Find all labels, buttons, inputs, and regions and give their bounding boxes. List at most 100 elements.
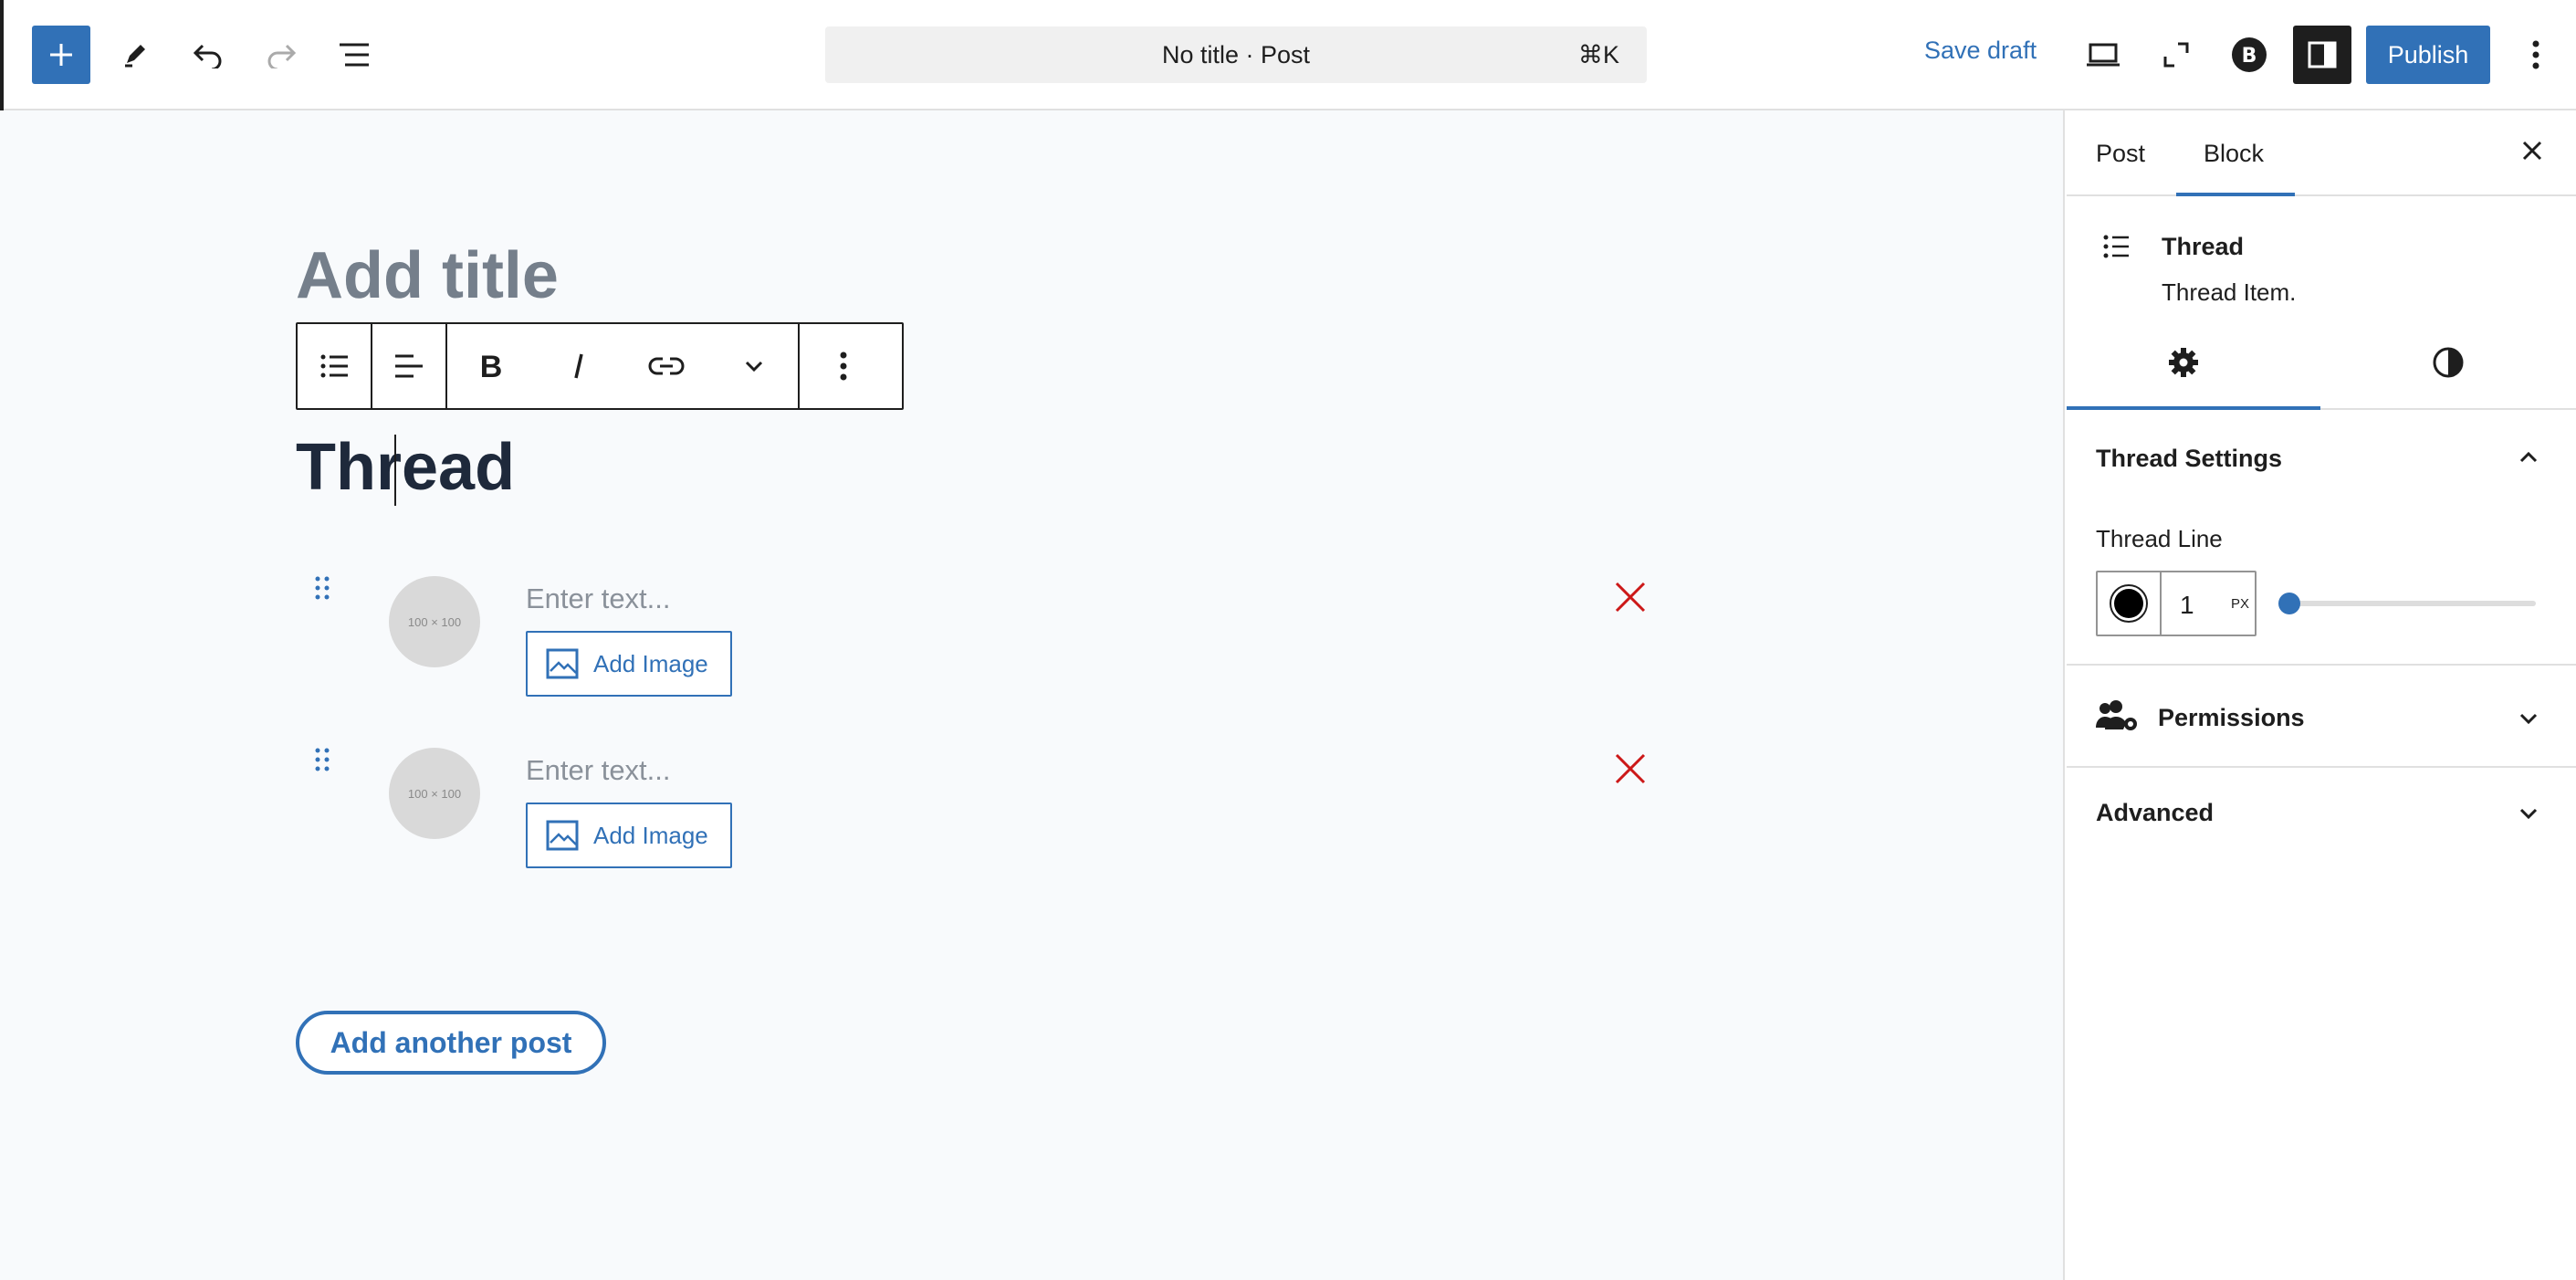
align-left-icon xyxy=(395,354,423,378)
drag-handle[interactable] xyxy=(314,575,332,609)
settings-sidebar: Post Block Thread Thread Item. Thread Se… xyxy=(2067,110,2576,1280)
link-icon xyxy=(648,357,685,375)
advanced-expand-toggle[interactable] xyxy=(2518,806,2539,825)
tab-settings[interactable] xyxy=(2167,346,2200,383)
chevron-down-icon xyxy=(2519,713,2538,725)
active-subtab-indicator xyxy=(2067,406,2320,410)
command-shortcut: ⌘K xyxy=(1577,41,1619,68)
fullscreen-button[interactable] xyxy=(2151,31,2202,79)
avatar-placeholder[interactable]: 100 × 100 xyxy=(389,748,480,839)
thread-settings-title[interactable]: Thread Settings xyxy=(2096,445,2282,473)
tab-post[interactable]: Post xyxy=(2096,140,2145,168)
text-caret xyxy=(394,435,396,506)
add-another-post-button[interactable]: Add another post xyxy=(296,1011,606,1075)
publish-button[interactable]: Publish xyxy=(2366,26,2490,84)
tab-styles[interactable] xyxy=(2432,346,2465,383)
thread-text-input[interactable]: Enter text... xyxy=(526,582,671,615)
close-icon xyxy=(1615,753,1646,784)
add-image-button[interactable]: Add Image xyxy=(526,631,732,697)
chevron-up-icon xyxy=(2519,451,2538,463)
more-formats-button[interactable] xyxy=(710,324,798,408)
desktop-preview-icon xyxy=(2087,43,2120,67)
settings-sidebar-toggle[interactable] xyxy=(2293,26,2351,84)
toolbar-group-format: B xyxy=(447,324,800,408)
plugin-b-icon: B xyxy=(2232,37,2267,72)
block-inspector-tabs xyxy=(2067,311,2576,410)
undo-button[interactable] xyxy=(183,33,234,77)
editor-header: No title · Post ⌘K Save draft B Publish xyxy=(0,0,2576,110)
align-button[interactable] xyxy=(372,324,445,408)
command-palette-bar[interactable]: No title · Post ⌘K xyxy=(825,26,1647,83)
thread-item: 100 × 100 Enter text... Add Image xyxy=(296,568,1665,714)
panel-collapse-toggle[interactable] xyxy=(2518,450,2539,469)
gear-icon xyxy=(2169,348,2198,377)
image-icon xyxy=(546,648,579,679)
list-icon xyxy=(2103,235,2129,258)
image-icon xyxy=(546,820,579,851)
redo-button[interactable] xyxy=(256,33,307,77)
advanced-title[interactable]: Advanced xyxy=(2096,799,2214,827)
line-width-unit[interactable]: PX xyxy=(2231,596,2249,612)
toolbar-group-options xyxy=(800,324,887,408)
line-width-slider-track[interactable] xyxy=(2288,601,2536,606)
tools-button[interactable] xyxy=(110,33,161,77)
users-gear-icon xyxy=(2096,700,2137,730)
bold-button[interactable]: B xyxy=(447,324,535,408)
drag-handle-icon xyxy=(315,748,330,771)
header-edge xyxy=(0,0,4,110)
list-view-icon xyxy=(340,43,369,67)
thread-heading[interactable]: Thread xyxy=(296,430,515,505)
active-tab-indicator xyxy=(2176,193,2295,196)
more-vertical-icon xyxy=(2532,40,2539,69)
bold-icon: B xyxy=(480,351,502,381)
thread-item: 100 × 100 Enter text... Add Image xyxy=(296,740,1665,886)
toolbar-group-align xyxy=(372,324,447,408)
chevron-down-icon xyxy=(2519,808,2538,820)
line-width-input[interactable]: 1 xyxy=(2180,591,2194,620)
sidebar-toggle-icon xyxy=(2308,41,2337,68)
close-sidebar-button[interactable] xyxy=(2519,138,2545,168)
block-name: Thread xyxy=(2162,233,2245,260)
advanced-panel: Advanced xyxy=(2067,768,2576,859)
save-draft-button[interactable]: Save draft xyxy=(1924,37,2037,65)
toolbar-group-block xyxy=(298,324,372,408)
plus-icon xyxy=(50,44,72,66)
thread-text-input[interactable]: Enter text... xyxy=(526,754,671,787)
color-swatch-icon xyxy=(2110,584,2148,623)
block-options-button[interactable] xyxy=(800,324,887,408)
line-width-slider-thumb[interactable] xyxy=(2278,593,2300,614)
avatar-placeholder[interactable]: 100 × 100 xyxy=(389,576,480,667)
close-icon xyxy=(1615,582,1646,613)
drag-handle[interactable] xyxy=(314,747,332,781)
preview-button[interactable] xyxy=(2078,31,2129,79)
redo-icon xyxy=(267,44,297,68)
fullscreen-icon xyxy=(2163,42,2189,68)
tab-block[interactable]: Block xyxy=(2204,140,2264,168)
options-menu-button[interactable] xyxy=(2518,31,2554,79)
link-button[interactable] xyxy=(623,324,710,408)
plugin-button[interactable]: B xyxy=(2224,31,2275,79)
italic-icon xyxy=(574,353,583,379)
post-title-input[interactable]: Add title xyxy=(296,238,559,313)
permissions-expand-toggle[interactable] xyxy=(2518,711,2539,730)
undo-icon xyxy=(193,44,222,68)
add-image-label: Add Image xyxy=(593,649,708,677)
line-color-button[interactable] xyxy=(2098,572,2162,635)
contrast-icon xyxy=(2433,347,2464,378)
permissions-title[interactable]: Permissions xyxy=(2158,704,2305,732)
remove-item-button[interactable] xyxy=(1614,581,1647,618)
block-toolbar: B xyxy=(296,322,904,410)
editor-canvas: Add title B Thread 100 × 100 Enter text.… xyxy=(0,110,2065,1280)
remove-item-button[interactable] xyxy=(1614,752,1647,790)
document-overview-button[interactable] xyxy=(329,33,380,77)
drag-handle-icon xyxy=(315,576,330,600)
add-image-button[interactable]: Add Image xyxy=(526,803,732,868)
more-vertical-icon xyxy=(840,351,847,381)
permissions-panel: Permissions xyxy=(2067,666,2576,768)
sidebar-tabs: Post Block xyxy=(2067,110,2576,196)
block-type-button[interactable] xyxy=(298,324,371,408)
svg-text:B: B xyxy=(480,351,502,381)
italic-button[interactable] xyxy=(535,324,623,408)
block-inserter-button[interactable] xyxy=(32,26,90,84)
chevron-down-icon xyxy=(745,361,763,372)
